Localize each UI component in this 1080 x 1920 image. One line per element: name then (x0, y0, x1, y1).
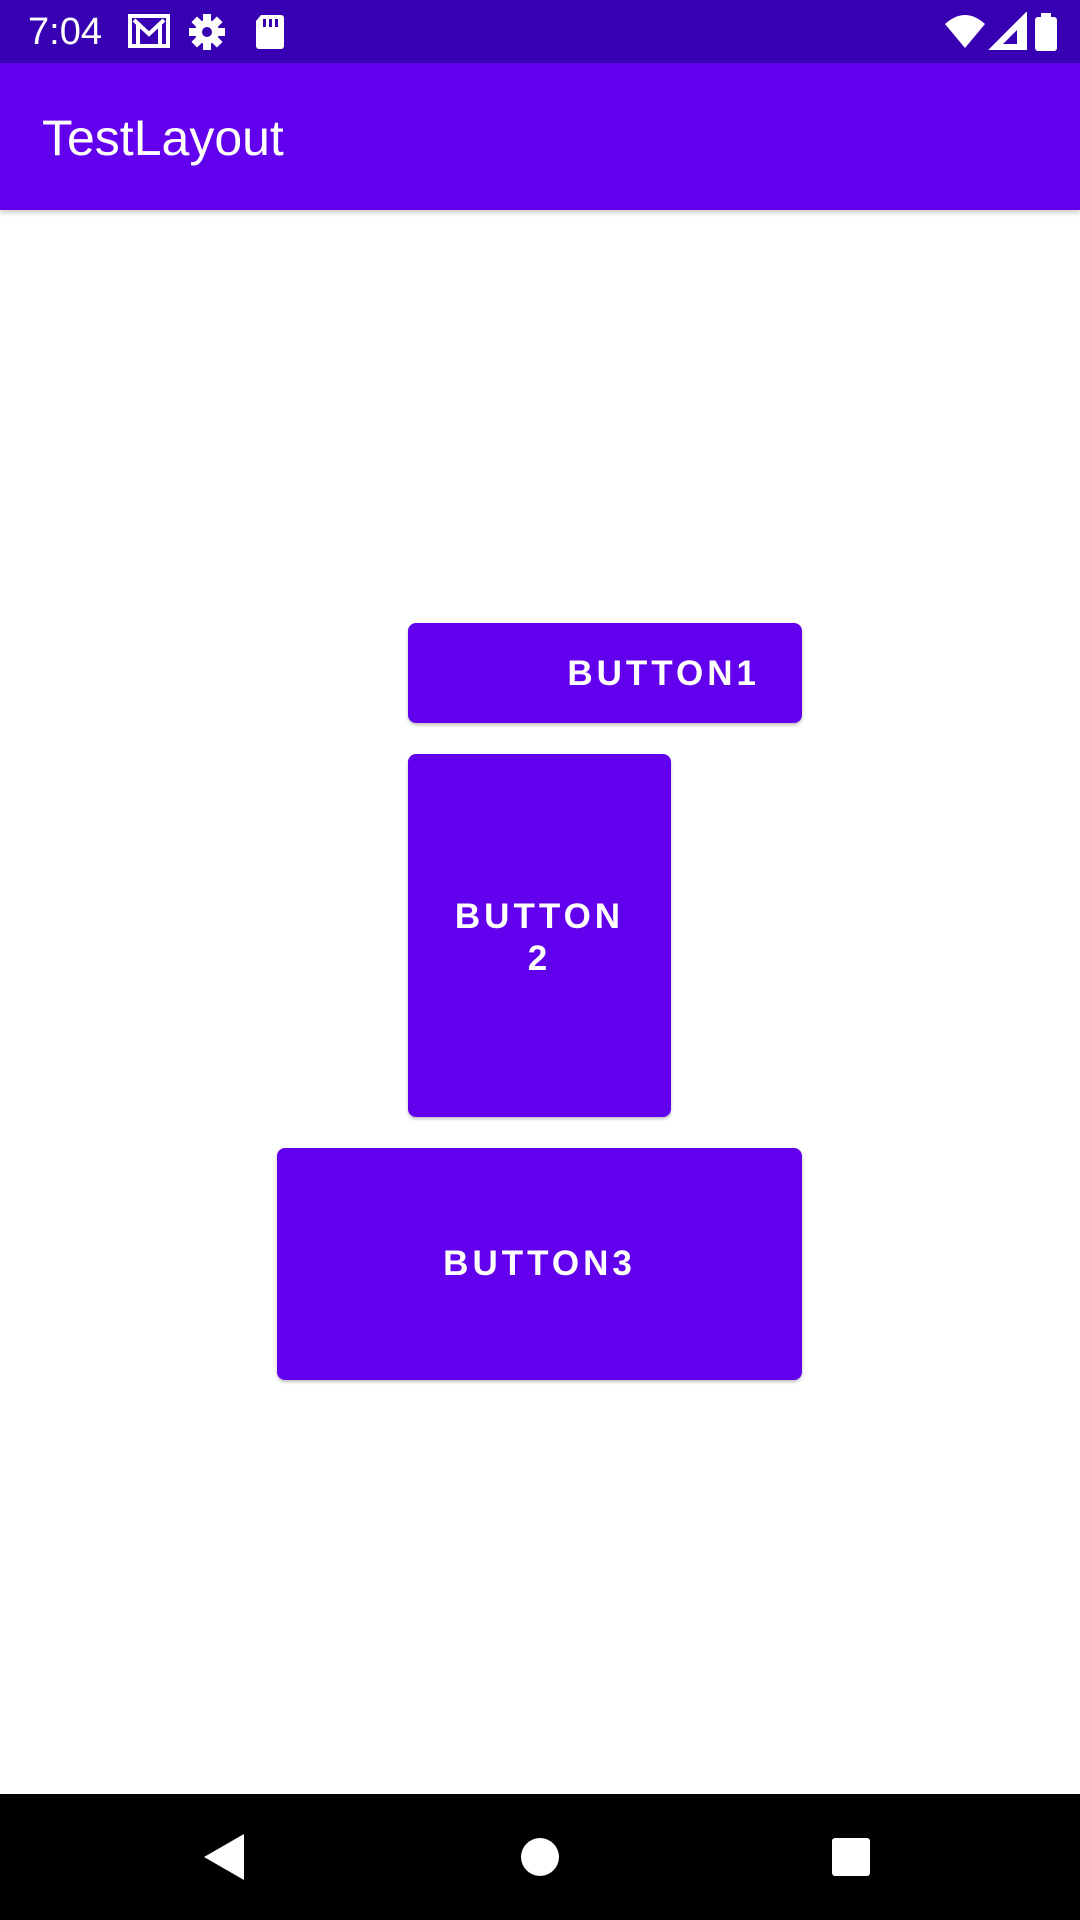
button2[interactable]: BUTTON 2 (408, 754, 671, 1117)
back-icon[interactable] (192, 1824, 258, 1890)
sd-card-icon (248, 12, 290, 52)
navigation-bar (0, 1794, 1080, 1920)
home-icon[interactable] (507, 1824, 573, 1890)
recents-icon[interactable] (818, 1824, 884, 1890)
button1-label: BUTTON1 (567, 654, 760, 693)
button2-label: BUTTON 2 (454, 897, 625, 978)
app-title: TestLayout (42, 110, 284, 166)
app-bar: TestLayout (0, 63, 1080, 210)
battery-icon (1032, 12, 1060, 52)
settings-gear-icon (186, 12, 228, 52)
button1[interactable]: BUTTON1 (408, 623, 802, 723)
gmail-icon (128, 12, 170, 52)
app-screen: 7:04 TestLayout BUTTON1 BUTTON 2 BUTTON3 (0, 0, 1080, 1920)
button3-label: BUTTON3 (443, 1244, 636, 1283)
status-time: 7:04 (28, 11, 102, 53)
signal-icon (988, 12, 1030, 52)
status-bar: 7:04 (0, 0, 1080, 63)
wifi-icon (944, 12, 986, 52)
button3[interactable]: BUTTON3 (277, 1148, 802, 1380)
